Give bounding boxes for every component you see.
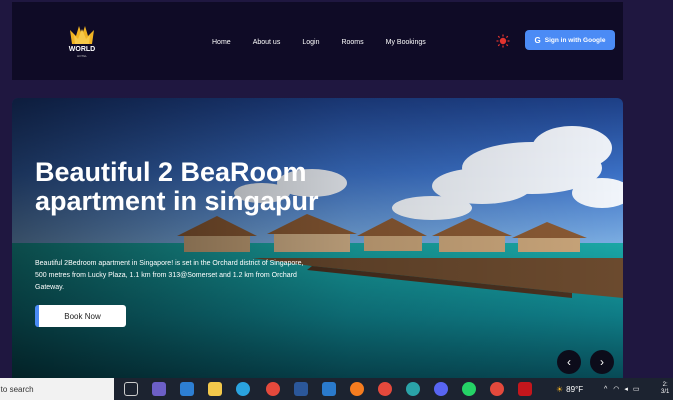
taskbar: e to search ☀ 89°F ^ ◠ ◂ ▭ 2: 3/1 bbox=[0, 378, 673, 400]
word-icon[interactable] bbox=[294, 382, 308, 396]
hero-description: Beautiful 2Bedroom apartment in Singapor… bbox=[35, 260, 304, 291]
navbar: WORLD HOTEL Home About us Login Rooms My… bbox=[12, 2, 623, 80]
weather-temp: 89°F bbox=[566, 384, 584, 394]
weather-sun-icon: ☀ bbox=[556, 384, 564, 394]
taskbar-search[interactable]: e to search bbox=[0, 378, 114, 400]
clock-time: 2: bbox=[662, 382, 668, 388]
nav-links: Home About us Login Rooms My Bookings bbox=[212, 38, 448, 48]
battery-icon: ▭ bbox=[632, 386, 640, 393]
chrome-icon-3[interactable] bbox=[490, 382, 504, 396]
clock-date: 3/1 bbox=[661, 389, 670, 395]
brand-sub: HOTEL bbox=[76, 54, 87, 58]
edge-icon[interactable] bbox=[406, 382, 420, 396]
hero-title: Beautiful 2 BeaRoom apartment in singapu… bbox=[35, 157, 319, 216]
nav-home[interactable]: Home bbox=[212, 38, 231, 48]
discord-icon[interactable] bbox=[434, 382, 448, 396]
theme-toggle-sun-icon[interactable] bbox=[496, 34, 510, 48]
google-signin-label: Sign in with Google bbox=[544, 36, 606, 44]
chevron-left-icon: ‹ bbox=[567, 355, 571, 369]
chrome-icon[interactable] bbox=[266, 382, 280, 396]
vscode-icon[interactable] bbox=[322, 382, 336, 396]
tray-chevron-icon: ^ bbox=[604, 385, 608, 393]
weather-widget[interactable]: ☀ 89°F bbox=[556, 378, 583, 400]
app-icon[interactable] bbox=[152, 382, 166, 396]
file-explorer-icon[interactable] bbox=[208, 382, 222, 396]
taskbar-search-text: e to search bbox=[0, 384, 34, 394]
carousel-next-button[interactable]: › bbox=[590, 350, 614, 374]
nav-about[interactable]: About us bbox=[253, 38, 281, 48]
hero-banner: Beautiful 2 BeaRoom apartment in singapu… bbox=[12, 98, 623, 388]
brand-name: WORLD bbox=[68, 46, 96, 53]
whatsapp-icon[interactable] bbox=[462, 382, 476, 396]
book-now-button[interactable]: Book Now bbox=[35, 305, 126, 327]
crown-logo-icon bbox=[70, 26, 94, 44]
telegram-icon[interactable] bbox=[236, 382, 250, 396]
nav-rooms[interactable]: Rooms bbox=[341, 38, 363, 48]
carousel-prev-button[interactable]: ‹ bbox=[557, 350, 581, 374]
network-icon: ◠ bbox=[613, 386, 620, 393]
system-tray[interactable]: ^ ◠ ◂ ▭ bbox=[604, 378, 640, 400]
nav-login[interactable]: Login bbox=[302, 38, 319, 48]
mail-icon[interactable] bbox=[180, 382, 194, 396]
chrome-icon-2[interactable] bbox=[378, 382, 392, 396]
google-icon: G bbox=[534, 35, 541, 45]
task-view-icon[interactable] bbox=[124, 382, 138, 396]
hero-background-image bbox=[12, 98, 623, 388]
firefox-icon[interactable] bbox=[350, 382, 364, 396]
clock[interactable]: 2: 3/1 bbox=[661, 378, 669, 400]
nav-my-bookings[interactable]: My Bookings bbox=[386, 38, 426, 48]
logo[interactable]: WORLD HOTEL bbox=[62, 24, 102, 64]
chevron-right-icon: › bbox=[600, 355, 604, 369]
google-signin-button[interactable]: G Sign in with Google bbox=[525, 30, 615, 50]
volume-icon: ◂ bbox=[624, 386, 628, 393]
acrobat-icon[interactable] bbox=[518, 382, 532, 396]
